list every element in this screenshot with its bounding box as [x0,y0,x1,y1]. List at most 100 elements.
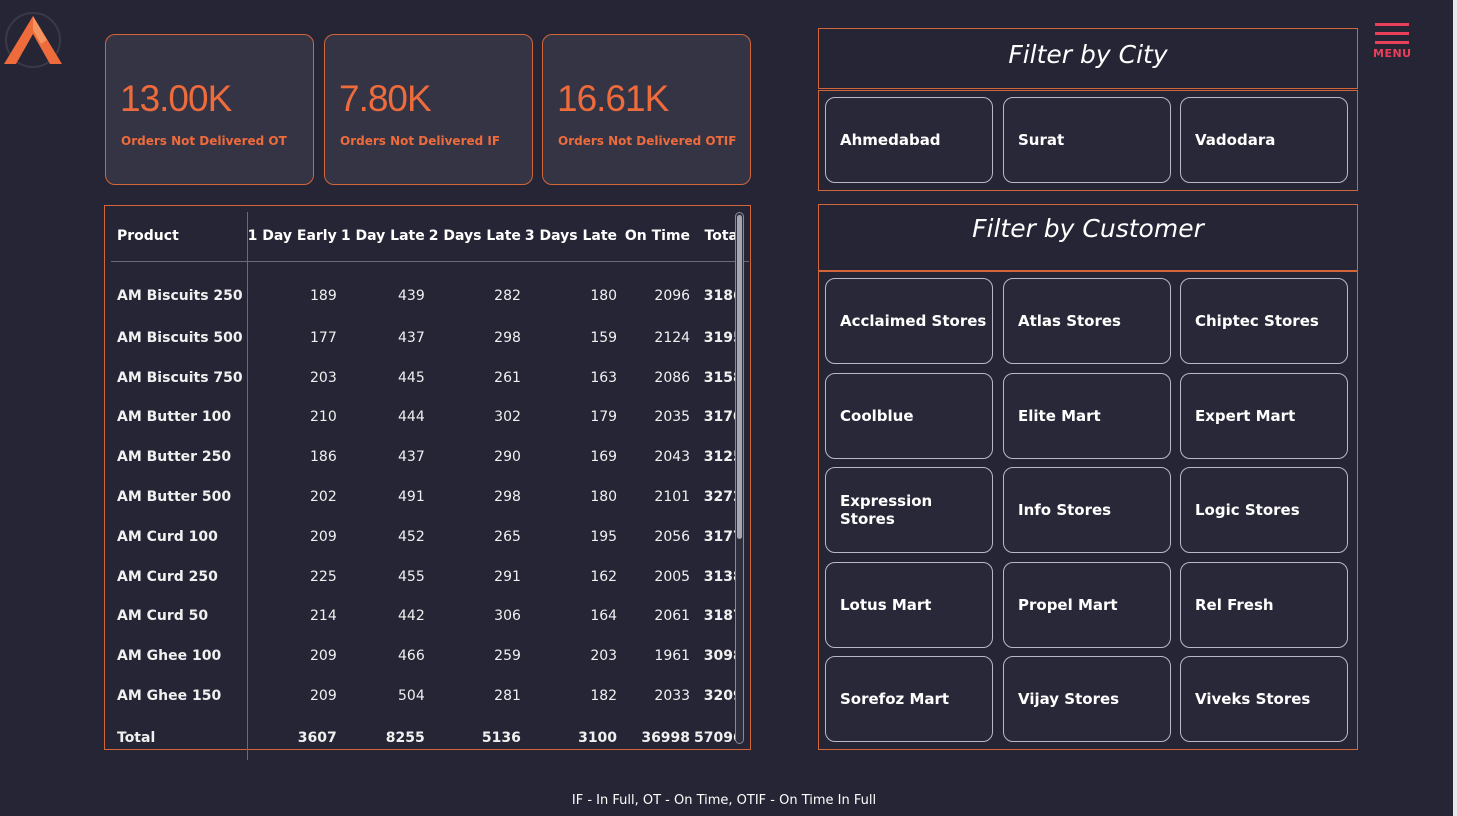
table-row[interactable]: AM Biscuits 250 189 439 282 180 2096 3186 [111,261,749,318]
value-cell: 298 [494,329,521,346]
app-logo[interactable] [2,10,64,68]
customer-filter-slicer: Acclaimed Stores Atlas Stores Chiptec Stor… [818,271,1358,750]
customer-option-chiptec-stores[interactable]: Chiptec Stores [1180,278,1348,364]
value-cell: 202 [310,489,337,506]
value-cell: 281 [494,688,521,705]
value-cell: 189 [310,287,337,304]
value-cell: 164 [590,608,618,625]
value-cell: 177 [310,329,337,346]
customer-option-acclaimed-stores[interactable]: Acclaimed Stores [825,278,993,364]
customer-option-elite-mart[interactable]: Elite Mart [1003,372,1171,459]
kpi-value: 16.61K [557,78,669,119]
value-cell: 442 [398,608,425,625]
table-row[interactable]: AM Curd 50 214 442 306 164 2061 3187 [111,596,749,637]
table-row[interactable]: AM Biscuits 500 177 437 298 159 2124 3195 [111,318,749,358]
value-cell: 1961 [654,648,691,665]
value-cell: 437 [398,329,425,346]
value-cell: 452 [398,528,425,545]
value-cell: 2005 [654,568,691,585]
column-header-1-day-early[interactable]: 1 Day Early [247,212,341,262]
table-row[interactable]: AM Curd 250 225 455 291 162 2005 3138 [111,556,749,597]
total-value: 8255 [385,729,425,746]
city-filter-slicer: Ahmedabad Surat Vadodara [818,90,1358,191]
product-cell: AM Curd 250 [111,556,248,597]
value-cell: 2056 [654,528,691,545]
customer-option-sorefoz-mart[interactable]: Sorefoz Mart [825,656,993,742]
customer-option-expression-stores[interactable]: Expression Stores [825,467,993,553]
logo-icon [4,12,62,68]
value-cell: 504 [398,688,425,705]
city-option-vadodara[interactable]: Vadodara [1180,97,1348,183]
city-option-ahmedabad[interactable]: Ahmedabad [825,97,993,183]
value-cell: 180 [590,489,618,506]
table-row[interactable]: AM Butter 250 186 437 290 169 2043 3125 [111,437,749,478]
product-cell: AM Biscuits 750 [111,357,248,398]
value-cell: 195 [590,528,618,545]
value-cell: 2043 [654,449,691,466]
column-header-1-day-late[interactable]: 1 Day Late [340,212,429,262]
value-cell: 182 [590,688,618,705]
column-header-on-time[interactable]: On Time [621,212,695,262]
value-cell: 302 [494,409,521,426]
city-option-surat[interactable]: Surat [1003,97,1171,183]
value-cell: 437 [398,449,425,466]
value-cell: 2035 [654,409,691,426]
kpi-value: 7.80K [339,78,432,119]
table-row[interactable]: AM Curd 100 209 452 265 195 2056 3177 [111,516,749,557]
customer-option-logic-stores[interactable]: Logic Stores [1180,467,1348,553]
customer-option-rel-fresh[interactable]: Rel Fresh [1180,561,1348,648]
value-cell: 265 [494,528,521,545]
customer-option-info-stores[interactable]: Info Stores [1003,467,1171,553]
value-cell: 2061 [654,608,691,625]
customer-option-expert-mart[interactable]: Expert Mart [1180,372,1348,459]
table-row[interactable]: AM Ghee 100 209 466 259 203 1961 3098 [111,636,749,677]
value-cell: 261 [494,369,521,386]
total-value: 3100 [578,729,618,746]
product-cell: AM Curd 50 [111,596,248,637]
value-cell: 2096 [654,287,691,304]
customer-option-lotus-mart[interactable]: Lotus Mart [825,561,993,648]
hamburger-icon [1375,23,1409,44]
kpi-label: Orders Not Delivered IF [340,134,501,148]
value-cell: 203 [590,648,618,665]
kpi-card-otif: 16.61K Orders Not Delivered OTIF [542,34,751,185]
table-row[interactable]: AM Butter 100 210 444 302 179 2035 3170 [111,397,749,438]
value-cell: 186 [310,449,337,466]
menu-button[interactable]: MENU [1373,22,1411,68]
total-value: 5136 [481,729,521,746]
table-row[interactable]: AM Ghee 150 209 504 281 182 2033 3209 [111,676,749,716]
table-row[interactable]: AM Butter 500 202 491 298 180 2101 3272 [111,477,749,517]
customer-filter-title: Filter by Customer [972,214,1204,243]
product-cell: AM Butter 500 [111,477,248,517]
column-header-product[interactable]: Product [111,212,248,262]
value-cell: 439 [398,287,425,304]
kpi-card-ot: 13.00K Orders Not Delivered OT [105,34,314,185]
customer-option-viveks-stores[interactable]: Viveks Stores [1180,656,1348,742]
value-cell: 2101 [654,489,691,506]
product-cell: AM Biscuits 500 [111,318,248,358]
column-header-3-days-late[interactable]: 3 Days Late [524,212,622,262]
customer-option-propel-mart[interactable]: Propel Mart [1003,561,1171,648]
table-total-row: Total 3607 8255 5136 3100 36998 57096 [111,715,749,760]
value-cell: 210 [310,409,337,426]
table-row[interactable]: AM Biscuits 750 203 445 261 163 2086 3158 [111,357,749,398]
value-cell: 455 [398,568,425,585]
value-cell: 169 [590,449,618,466]
total-label: Total [111,715,248,760]
value-cell: 491 [398,489,425,506]
table-scrollbar[interactable] [735,212,744,744]
customer-filter-header: Filter by Customer [818,204,1358,271]
value-cell: 162 [590,568,618,585]
customer-option-atlas-stores[interactable]: Atlas Stores [1003,278,1171,364]
value-cell: 466 [398,648,425,665]
legend-footnote: IF - In Full, OT - On Time, OTIF - On Ti… [571,793,877,808]
value-cell: 163 [590,369,618,386]
column-header-2-days-late[interactable]: 2 Days Late [428,212,525,262]
value-cell: 2124 [654,329,691,346]
scrollbar-thumb[interactable] [737,215,742,539]
customer-option-vijay-stores[interactable]: Vijay Stores [1003,656,1171,742]
city-filter-header: Filter by City [818,28,1358,89]
product-cell: AM Ghee 150 [111,676,248,716]
product-cell: AM Biscuits 250 [111,261,248,318]
customer-option-coolblue[interactable]: Coolblue [825,372,993,459]
